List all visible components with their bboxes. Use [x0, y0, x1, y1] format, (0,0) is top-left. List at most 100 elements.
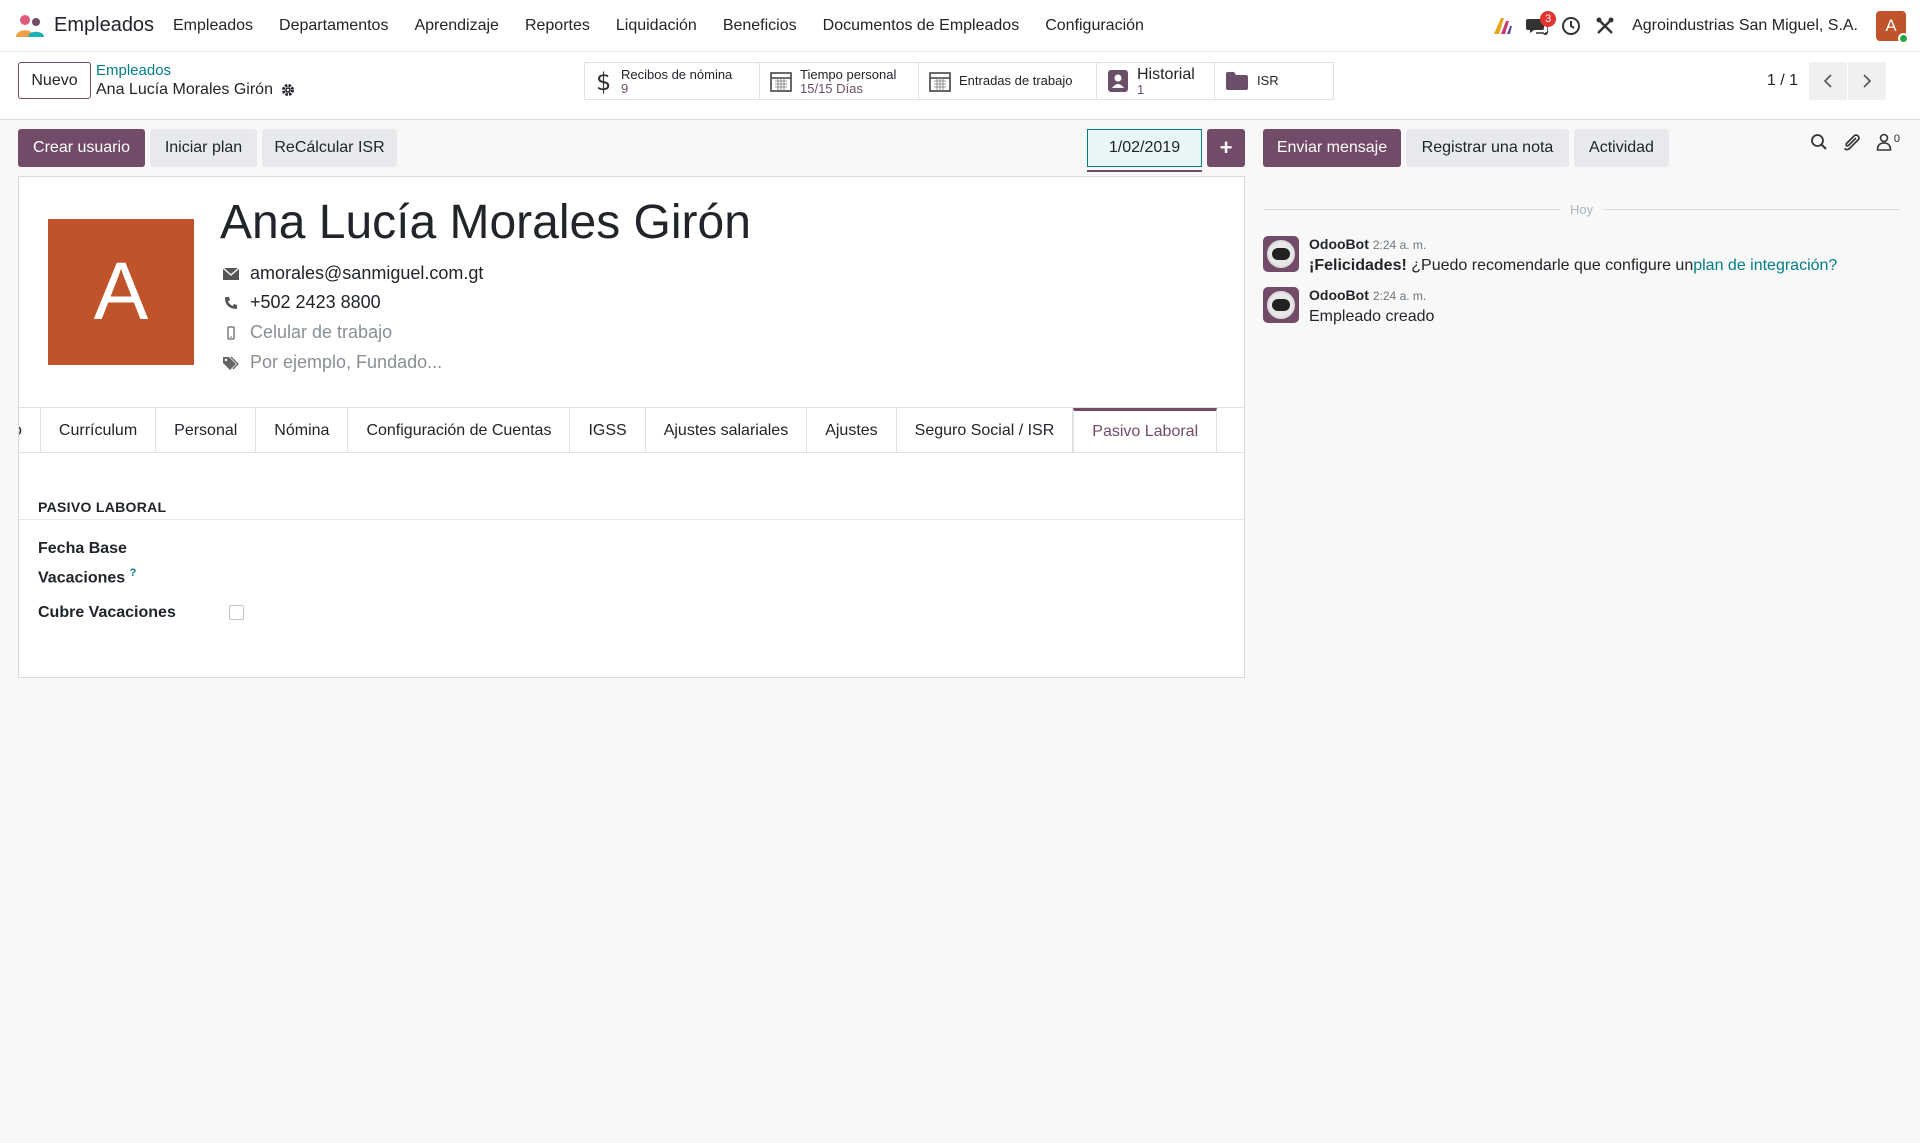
mobile-field[interactable]: Celular de trabajo: [250, 322, 392, 343]
employee-name[interactable]: Ana Lucía Morales Girón: [220, 195, 751, 250]
search-icon[interactable]: [1810, 133, 1828, 151]
add-button[interactable]: +: [1207, 129, 1245, 167]
app-name[interactable]: Empleados: [54, 14, 154, 37]
online-status-icon: [1898, 33, 1909, 44]
send-message-button[interactable]: Enviar mensaje: [1263, 129, 1401, 167]
tags-field[interactable]: Por ejemplo, Fundado...: [250, 352, 442, 373]
phone-icon: [222, 296, 240, 310]
chatter-tools: 0: [1810, 132, 1900, 152]
user-avatar[interactable]: A: [1876, 11, 1909, 44]
phone-row: +502 2423 8800: [222, 292, 381, 313]
employee-avatar[interactable]: A: [48, 219, 194, 365]
envelope-icon: [222, 266, 240, 281]
pager-previous-button[interactable]: [1809, 62, 1847, 100]
employee-form-sheet: A Ana Lucía Morales Girón amorales@sanmi…: [18, 176, 1245, 678]
message-author: OdooBot 2:24 a. m.: [1309, 236, 1427, 252]
menu-item-liquidacion[interactable]: Liquidación: [603, 17, 710, 35]
tools-icon[interactable]: [1588, 0, 1622, 52]
odoobot-avatar[interactable]: [1263, 236, 1299, 272]
control-panel: Nuevo Empleados Ana Lucía Morales Girón …: [0, 52, 1920, 120]
help-tooltip-icon[interactable]: ?: [130, 567, 137, 579]
tab-partial[interactable]: o: [19, 408, 41, 452]
date-input[interactable]: 1/02/2019: [1087, 129, 1202, 167]
clock-icon[interactable]: [1554, 0, 1588, 52]
navbar-systray: 3 Agroindustrias San Miguel, S.A. A: [1486, 0, 1920, 52]
followers-button[interactable]: 0: [1876, 133, 1900, 151]
section-divider: [19, 519, 1244, 520]
payslips-smart-button[interactable]: $ Recibos de nómina 9: [585, 63, 760, 99]
tab-seguro-social-isr[interactable]: Seguro Social / ISR: [897, 408, 1074, 452]
tags-row: Por ejemplo, Fundado...: [222, 352, 442, 373]
message-author: OdooBot 2:24 a. m.: [1309, 287, 1427, 303]
tags-icon: [222, 356, 240, 370]
work-entries-smart-button[interactable]: Entradas de trabajo: [919, 63, 1097, 99]
menu-item-empleados[interactable]: Empleados: [160, 17, 266, 35]
calendar-icon: [770, 72, 792, 92]
breadcrumb-parent[interactable]: Empleados: [96, 62, 171, 79]
employees-app-icon[interactable]: [14, 13, 46, 39]
mobile-row: Celular de trabajo: [222, 322, 392, 343]
messages-icon[interactable]: 3: [1520, 0, 1557, 52]
tab-ajustes[interactable]: Ajustes: [807, 408, 897, 452]
menu-item-beneficios[interactable]: Beneficios: [710, 17, 810, 35]
recalc-isr-button[interactable]: ReCálcular ISR: [262, 129, 397, 167]
message-body: ¡Felicidades! ¿Puedo recomendarle que co…: [1309, 257, 1838, 274]
date-input-underline: [1087, 170, 1202, 172]
phone-field[interactable]: +502 2423 8800: [250, 292, 381, 313]
pager: 1 / 1: [1767, 62, 1886, 100]
gear-icon[interactable]: [281, 83, 295, 97]
company-switcher[interactable]: Agroindustrias San Miguel, S.A.: [1632, 17, 1858, 35]
top-navbar: Empleados Empleados Departamentos Aprend…: [0, 0, 1920, 52]
message-body: Empleado creado: [1309, 308, 1435, 325]
email-field[interactable]: amorales@sanmiguel.com.gt: [250, 263, 483, 284]
covers-vacation-label: Cubre Vacaciones: [38, 604, 176, 621]
history-smart-button[interactable]: Historial 1: [1097, 63, 1215, 99]
menu-item-aprendizaje[interactable]: Aprendizaje: [401, 17, 512, 35]
activity-button[interactable]: Actividad: [1574, 129, 1669, 167]
folder-icon: [1226, 72, 1248, 90]
main-menu: Empleados Departamentos Aprendizaje Repo…: [160, 0, 1157, 52]
mobile-icon: [222, 325, 240, 340]
menu-item-configuracion[interactable]: Configuración: [1032, 17, 1157, 35]
tab-igss[interactable]: IGSS: [570, 408, 646, 452]
menu-item-reportes[interactable]: Reportes: [512, 17, 603, 35]
user-icon: [1876, 133, 1892, 151]
breadcrumb-current-label: Ana Lucía Morales Girón: [96, 81, 273, 98]
dollar-icon: $: [596, 68, 611, 94]
pager-next-button[interactable]: [1848, 62, 1886, 100]
log-note-button[interactable]: Registrar una nota: [1406, 129, 1569, 167]
tab-configuracion-cuentas[interactable]: Configuración de Cuentas: [348, 408, 571, 452]
message-time: 2:24 a. m.: [1372, 289, 1427, 303]
email-row: amorales@sanmiguel.com.gt: [222, 263, 483, 284]
tab-ajustes-salariales[interactable]: Ajustes salariales: [646, 408, 808, 452]
today-label: Hoy: [1569, 201, 1594, 217]
breadcrumb-current: Ana Lucía Morales Girón: [96, 81, 295, 99]
calendar-icon: [929, 72, 951, 92]
message-time: 2:24 a. m.: [1372, 238, 1427, 252]
create-user-button[interactable]: Crear usuario: [18, 129, 145, 167]
svg-text:$: $: [596, 68, 611, 94]
ai-assistant-icon[interactable]: [1486, 0, 1520, 52]
menu-item-documentos[interactable]: Documentos de Empleados: [810, 17, 1033, 35]
form-tabs: o Currículum Personal Nómina Configuraci…: [19, 407, 1244, 453]
tab-personal[interactable]: Personal: [156, 408, 257, 452]
vacation-base-date-label-line1: Fecha Base: [38, 540, 127, 557]
chevron-left-icon: [1823, 74, 1832, 88]
vacation-base-date-label-line2: Vacaciones: [38, 569, 126, 587]
covers-vacation-checkbox[interactable]: [229, 605, 244, 620]
chevron-right-icon: [1863, 74, 1872, 88]
onboarding-plan-link[interactable]: plan de integración?: [1693, 257, 1837, 274]
new-button[interactable]: Nuevo: [18, 62, 91, 99]
pager-value[interactable]: 1 / 1: [1767, 72, 1798, 90]
tab-curriculum[interactable]: Currículum: [41, 408, 157, 452]
time-off-smart-button[interactable]: Tiempo personal 15/15 Días: [760, 63, 919, 99]
paperclip-icon[interactable]: [1842, 132, 1862, 152]
start-plan-button[interactable]: Iniciar plan: [150, 129, 257, 167]
tab-pasivo-laboral[interactable]: Pasivo Laboral: [1073, 408, 1218, 452]
smart-buttons: $ Recibos de nómina 9 Tiempo personal 15/1…: [584, 62, 1334, 100]
odoobot-avatar[interactable]: [1263, 287, 1299, 323]
tab-nomina[interactable]: Nómina: [256, 408, 349, 452]
followers-count: 0: [1893, 133, 1900, 145]
menu-item-departamentos[interactable]: Departamentos: [266, 17, 401, 35]
isr-smart-button[interactable]: ISR: [1215, 63, 1333, 99]
